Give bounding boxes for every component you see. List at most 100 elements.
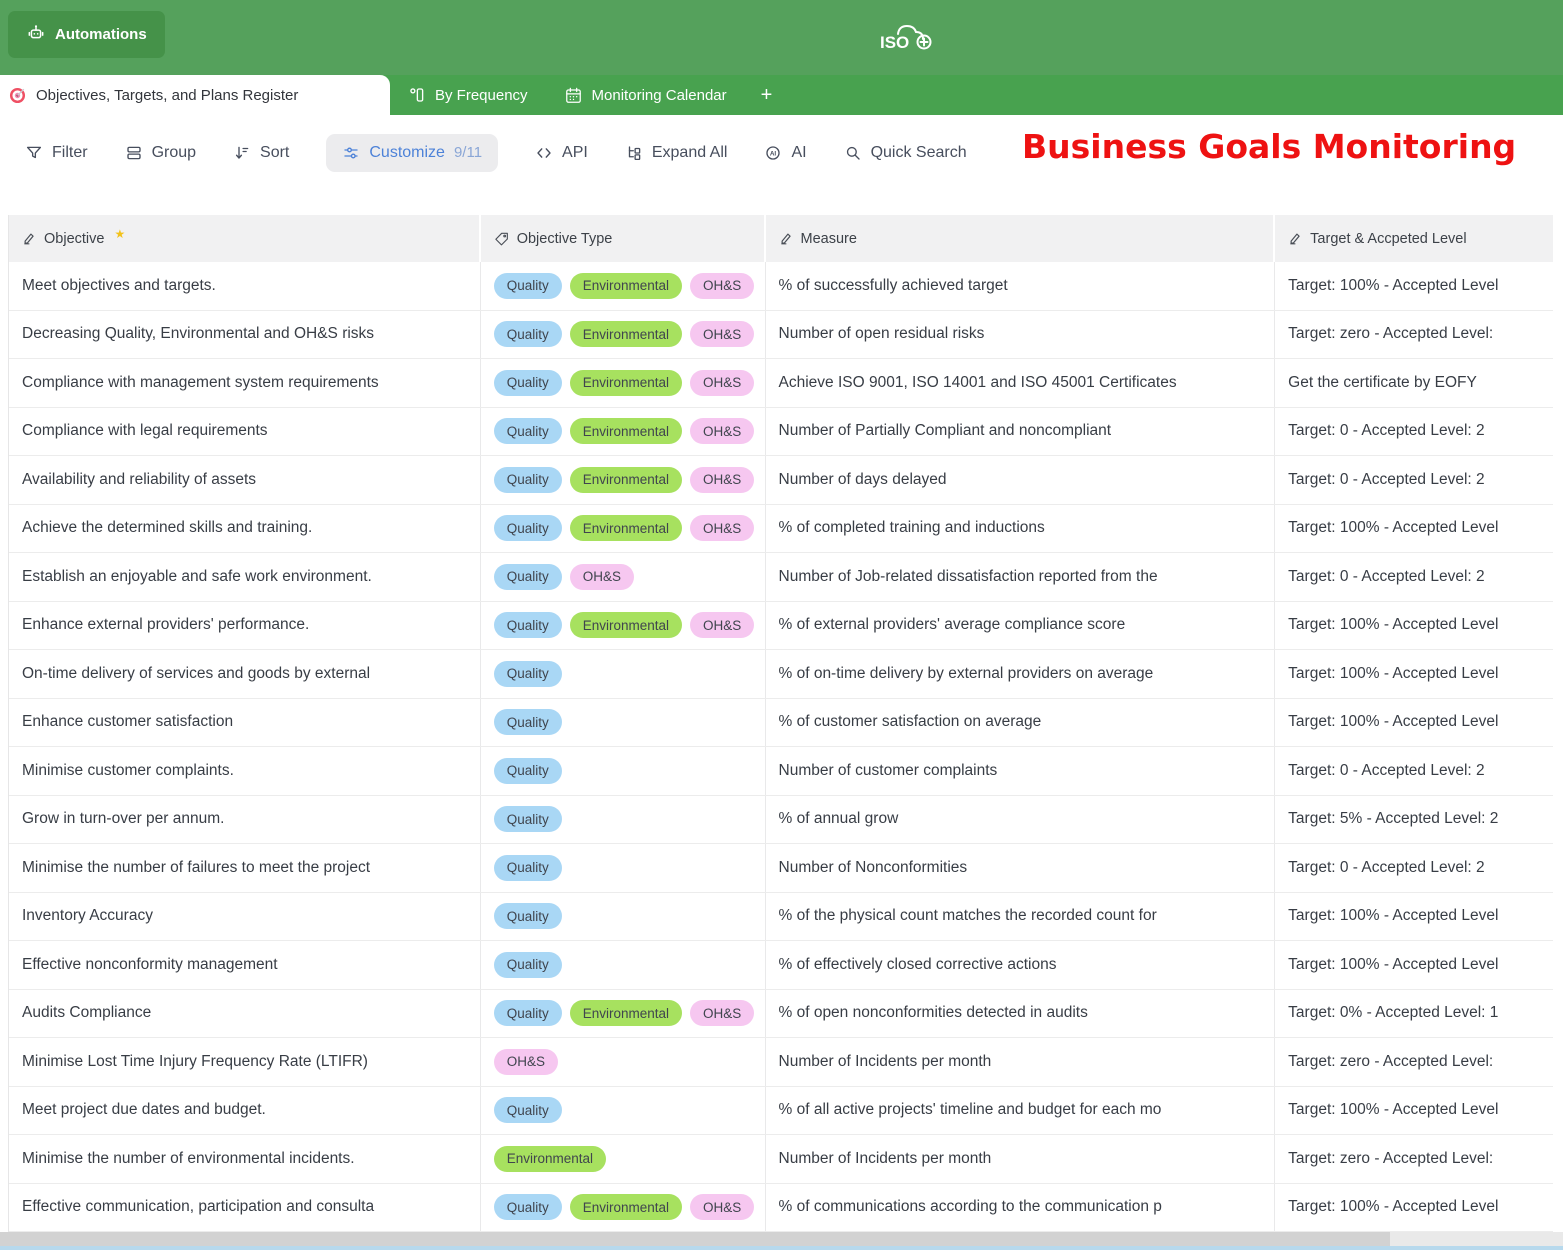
- objective-type-cell[interactable]: QualityEnvironmentalOH&S: [481, 505, 766, 553]
- measure-cell[interactable]: % of communications according to the com…: [766, 1184, 1276, 1232]
- objective-type-cell[interactable]: Quality: [481, 650, 766, 698]
- measure-cell[interactable]: Number of open residual risks: [766, 311, 1276, 359]
- target-accepted-level-cell[interactable]: Target: 100% - Accepted Level: [1275, 941, 1553, 989]
- toolbar-customize-button[interactable]: Customize9/11: [326, 134, 498, 172]
- measure-cell[interactable]: Number of Incidents per month: [766, 1038, 1276, 1086]
- toolbar-api-button[interactable]: API: [535, 144, 588, 162]
- toolbar-expand-all-button[interactable]: Expand All: [625, 144, 728, 162]
- objective-cell[interactable]: Effective nonconformity management: [9, 941, 481, 989]
- target-accepted-level-cell[interactable]: Target: zero - Accepted Level:: [1275, 1135, 1553, 1183]
- objective-cell[interactable]: On-time delivery of services and goods b…: [9, 650, 481, 698]
- target-accepted-level-cell[interactable]: Target: 100% - Accepted Level: [1275, 505, 1553, 553]
- target-accepted-level-cell[interactable]: Target: 100% - Accepted Level: [1275, 262, 1553, 310]
- toolbar-sort-button[interactable]: Sort: [233, 144, 289, 162]
- objective-cell[interactable]: Minimise the number of environmental inc…: [9, 1135, 481, 1183]
- target-accepted-level-cell[interactable]: Get the certificate by EOFY: [1275, 359, 1553, 407]
- measure-cell[interactable]: Achieve ISO 9001, ISO 14001 and ISO 4500…: [766, 359, 1276, 407]
- objective-type-cell[interactable]: Quality: [481, 699, 766, 747]
- measure-cell[interactable]: % of the physical count matches the reco…: [766, 893, 1276, 941]
- objective-cell[interactable]: Grow in turn-over per annum.: [9, 796, 481, 844]
- objective-cell[interactable]: Minimise the number of failures to meet …: [9, 844, 481, 892]
- objective-type-cell[interactable]: Environmental: [481, 1135, 766, 1183]
- objective-type-cell[interactable]: QualityEnvironmentalOH&S: [481, 311, 766, 359]
- column-header-objective-type[interactable]: Objective Type: [481, 215, 766, 262]
- measure-cell[interactable]: % of open nonconformities detected in au…: [766, 990, 1276, 1038]
- tab-by-frequency[interactable]: By Frequency: [390, 75, 546, 115]
- objective-cell[interactable]: Compliance with management system requir…: [9, 359, 481, 407]
- objective-type-cell[interactable]: QualityEnvironmentalOH&S: [481, 359, 766, 407]
- objective-type-cell[interactable]: Quality: [481, 1087, 766, 1135]
- objective-cell[interactable]: Establish an enjoyable and safe work env…: [9, 553, 481, 601]
- measure-cell[interactable]: % of successfully achieved target: [766, 262, 1276, 310]
- toolbar-quick-search-button[interactable]: Quick Search: [844, 144, 967, 162]
- target-accepted-level-cell[interactable]: Target: zero - Accepted Level:: [1275, 311, 1553, 359]
- target-accepted-level-cell[interactable]: Target: 0 - Accepted Level: 2: [1275, 844, 1553, 892]
- measure-cell[interactable]: Number of Nonconformities: [766, 844, 1276, 892]
- tab-objectives-targets-and-plans-register[interactable]: Objectives, Targets, and Plans Register: [0, 75, 390, 115]
- app-window: Automations ISO Objectives, Targets, and…: [0, 0, 1563, 1250]
- measure-cell[interactable]: % of effectively closed corrective actio…: [766, 941, 1276, 989]
- target-accepted-level-cell[interactable]: Target: 0 - Accepted Level: 2: [1275, 408, 1553, 456]
- objective-type-cell[interactable]: QualityEnvironmentalOH&S: [481, 1184, 766, 1232]
- measure-cell[interactable]: % of all active projects' timeline and b…: [766, 1087, 1276, 1135]
- add-view-tab[interactable]: +: [745, 75, 789, 115]
- measure-cell[interactable]: Number of days delayed: [766, 456, 1276, 504]
- objective-cell[interactable]: Audits Compliance: [9, 990, 481, 1038]
- column-header-target-accpeted-level[interactable]: Target & Accpeted Level: [1275, 215, 1553, 262]
- measure-cell[interactable]: % of customer satisfaction on average: [766, 699, 1276, 747]
- toolbar-group-button[interactable]: Group: [125, 144, 196, 162]
- measure-cell[interactable]: Number of Incidents per month: [766, 1135, 1276, 1183]
- measure-cell[interactable]: Number of Partially Compliant and noncom…: [766, 408, 1276, 456]
- target-accepted-level-cell[interactable]: Target: 100% - Accepted Level: [1275, 1087, 1553, 1135]
- horizontal-scrollbar-thumb[interactable]: [0, 1232, 1390, 1246]
- objective-type-cell[interactable]: Quality: [481, 747, 766, 795]
- objective-type-cell[interactable]: OH&S: [481, 1038, 766, 1086]
- column-header-objective[interactable]: Objective★: [9, 215, 481, 262]
- objective-cell[interactable]: Achieve the determined skills and traini…: [9, 505, 481, 553]
- target-accepted-level-cell[interactable]: Target: 0% - Accepted Level: 1: [1275, 990, 1553, 1038]
- column-header-measure[interactable]: Measure: [766, 215, 1276, 262]
- measure-cell[interactable]: Number of customer complaints: [766, 747, 1276, 795]
- objective-type-cell[interactable]: QualityEnvironmentalOH&S: [481, 408, 766, 456]
- measure-cell[interactable]: % of on-time delivery by external provid…: [766, 650, 1276, 698]
- objective-type-cell[interactable]: QualityEnvironmentalOH&S: [481, 602, 766, 650]
- objective-type-cell[interactable]: Quality: [481, 796, 766, 844]
- target-accepted-level-cell[interactable]: Target: 100% - Accepted Level: [1275, 893, 1553, 941]
- measure-cell[interactable]: % of external providers' average complia…: [766, 602, 1276, 650]
- objective-type-cell[interactable]: QualityOH&S: [481, 553, 766, 601]
- objective-type-cell[interactable]: QualityEnvironmentalOH&S: [481, 990, 766, 1038]
- tab-monitoring-calendar[interactable]: Monitoring Calendar: [546, 75, 745, 115]
- toolbar-filter-button[interactable]: Filter: [25, 144, 88, 162]
- target-accepted-level-cell[interactable]: Target: 0 - Accepted Level: 2: [1275, 553, 1553, 601]
- objective-cell[interactable]: Enhance external providers' performance.: [9, 602, 481, 650]
- objective-cell[interactable]: Inventory Accuracy: [9, 893, 481, 941]
- objective-cell[interactable]: Enhance customer satisfaction: [9, 699, 481, 747]
- objective-type-cell[interactable]: Quality: [481, 893, 766, 941]
- objective-cell[interactable]: Effective communication, participation a…: [9, 1184, 481, 1232]
- objective-cell[interactable]: Decreasing Quality, Environmental and OH…: [9, 311, 481, 359]
- target-accepted-level-cell[interactable]: Target: 5% - Accepted Level: 2: [1275, 796, 1553, 844]
- target-accepted-level-cell[interactable]: Target: 0 - Accepted Level: 2: [1275, 456, 1553, 504]
- target-accepted-level-cell[interactable]: Target: 0 - Accepted Level: 2: [1275, 747, 1553, 795]
- objective-type-cell[interactable]: Quality: [481, 941, 766, 989]
- horizontal-scrollbar-track[interactable]: [0, 1232, 1563, 1246]
- target-accepted-level-cell[interactable]: Target: 100% - Accepted Level: [1275, 602, 1553, 650]
- measure-cell[interactable]: % of completed training and inductions: [766, 505, 1276, 553]
- automations-button[interactable]: Automations: [8, 11, 165, 58]
- objective-cell[interactable]: Minimise customer complaints.: [9, 747, 481, 795]
- objective-type-cell[interactable]: QualityEnvironmentalOH&S: [481, 262, 766, 310]
- toolbar-ai-button[interactable]: AIAI: [764, 144, 806, 162]
- objective-type-cell[interactable]: QualityEnvironmentalOH&S: [481, 456, 766, 504]
- objective-cell[interactable]: Availability and reliability of assets: [9, 456, 481, 504]
- target-accepted-level-cell[interactable]: Target: 100% - Accepted Level: [1275, 1184, 1553, 1232]
- objective-cell[interactable]: Meet project due dates and budget.: [9, 1087, 481, 1135]
- objective-cell[interactable]: Compliance with legal requirements: [9, 408, 481, 456]
- target-accepted-level-cell[interactable]: Target: 100% - Accepted Level: [1275, 699, 1553, 747]
- objective-type-cell[interactable]: Quality: [481, 844, 766, 892]
- target-accepted-level-cell[interactable]: Target: zero - Accepted Level:: [1275, 1038, 1553, 1086]
- measure-cell[interactable]: Number of Job-related dissatisfaction re…: [766, 553, 1276, 601]
- measure-cell[interactable]: % of annual grow: [766, 796, 1276, 844]
- target-accepted-level-cell[interactable]: Target: 100% - Accepted Level: [1275, 650, 1553, 698]
- objective-cell[interactable]: Minimise Lost Time Injury Frequency Rate…: [9, 1038, 481, 1086]
- objective-cell[interactable]: Meet objectives and targets.: [9, 262, 481, 310]
